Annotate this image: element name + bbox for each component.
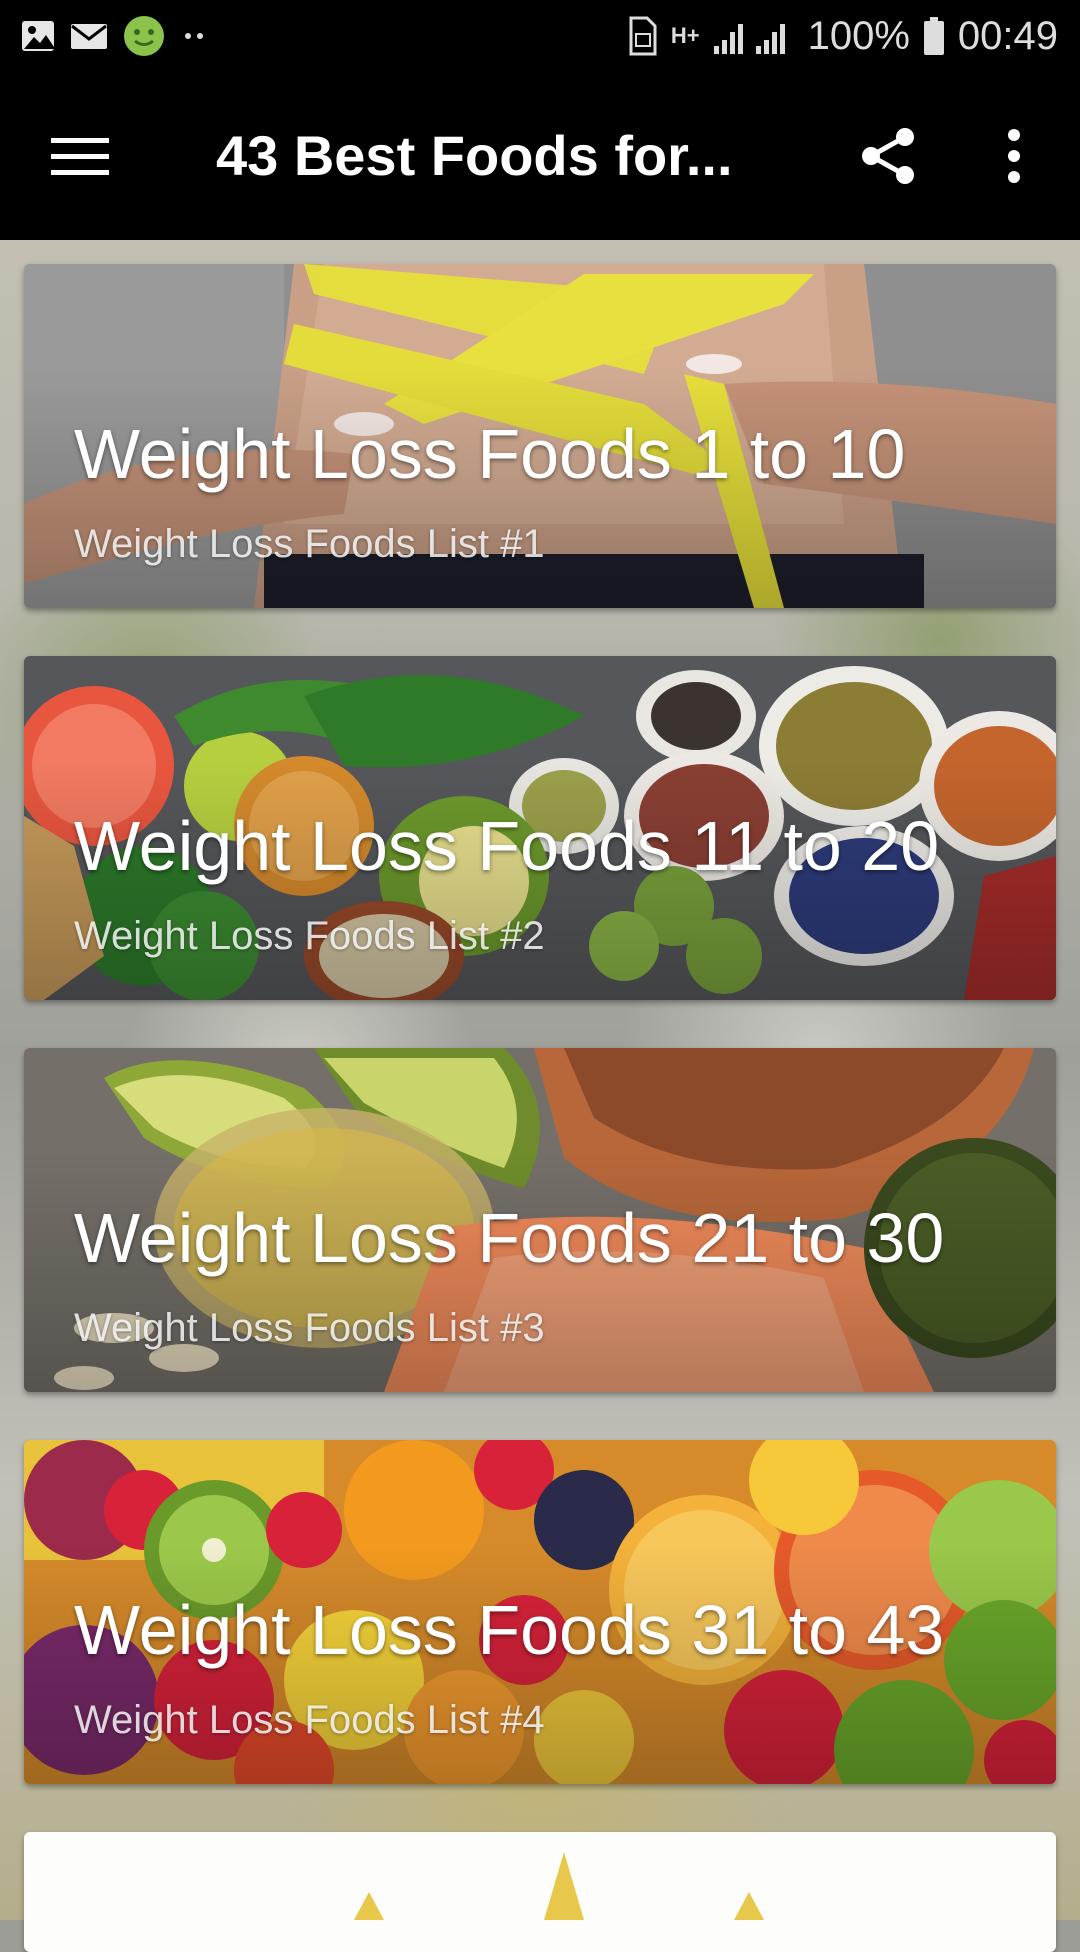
share-icon (862, 128, 914, 184)
list-card-3[interactable]: Weight Loss Foods 21 to 30 Weight Loss F… (24, 1048, 1056, 1392)
smiley-icon (124, 16, 164, 56)
card-subtitle: Weight Loss Foods List #2 (74, 914, 545, 958)
card-5-image-top (354, 1852, 764, 1920)
sim-icon (629, 16, 657, 56)
battery-icon (923, 17, 944, 55)
list-card-5[interactable] (24, 1832, 1056, 1952)
more-notifications-icon (185, 33, 203, 39)
app-bar: 43 Best Foods for... (0, 72, 1080, 240)
more-options-button[interactable] (974, 116, 1054, 196)
hamburger-menu-button[interactable] (40, 116, 120, 196)
more-vertical-icon (1008, 129, 1020, 183)
list-card-4[interactable]: Weight Loss Foods 31 to 43 Weight Loss F… (24, 1440, 1056, 1784)
share-button[interactable] (848, 116, 928, 196)
gallery-icon (22, 21, 54, 51)
battery-percent: 100% (807, 13, 910, 58)
card-title: Weight Loss Foods 1 to 10 (74, 415, 906, 493)
status-bar: H+ 100% 00:49 (0, 0, 1080, 72)
system-status: H+ 100% 00:49 (625, 10, 1058, 62)
notification-icons (20, 14, 210, 58)
card-subtitle: Weight Loss Foods List #3 (74, 1306, 545, 1350)
signal-icon (713, 24, 785, 54)
card-subtitle: Weight Loss Foods List #1 (74, 522, 545, 566)
card-title: Weight Loss Foods 31 to 43 (74, 1591, 945, 1669)
card-subtitle: Weight Loss Foods List #4 (74, 1698, 545, 1742)
card-title: Weight Loss Foods 11 to 20 (74, 807, 940, 885)
network-type: H+ (670, 23, 700, 48)
hamburger-menu-icon (51, 138, 109, 175)
clock: 00:49 (957, 13, 1058, 58)
list-card-1[interactable]: Weight Loss Foods 1 to 10 Weight Loss Fo… (24, 264, 1056, 608)
page-title: 43 Best Foods for... (216, 124, 733, 187)
list-card-2[interactable]: Weight Loss Foods 11 to 20 Weight Loss F… (24, 656, 1056, 1000)
card-title: Weight Loss Foods 21 to 30 (74, 1199, 945, 1277)
email-icon (71, 24, 107, 49)
